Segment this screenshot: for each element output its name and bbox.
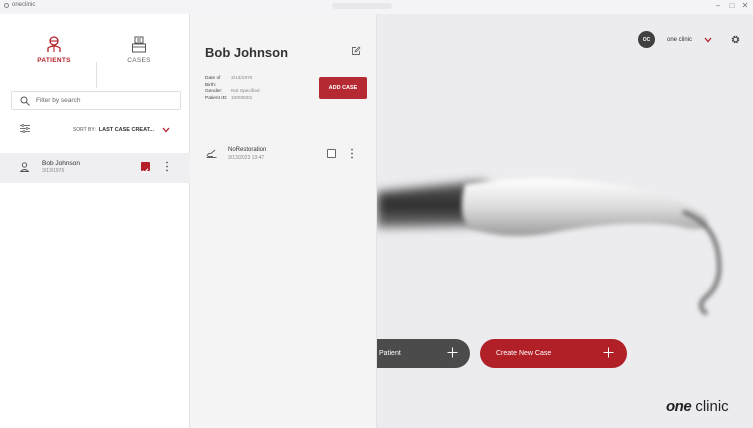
clinic-name[interactable]: one clinic [667, 37, 692, 43]
minimize-button[interactable]: – [712, 1, 724, 10]
edit-icon[interactable] [351, 46, 361, 56]
patient-info: Date of Birth: 3/13/1976 Gender: Not Spe… [205, 76, 260, 102]
chevron-down-icon [162, 127, 170, 133]
cases-icon [132, 36, 146, 53]
home-area: OC one clinic Patient Create New Case on… [377, 14, 753, 428]
info-row-patient-id: Patient ID: 10000001 [205, 96, 260, 103]
sort-prefix: SORT BY: [72, 127, 96, 133]
nav-tabs: PATIENTS CASES [0, 36, 190, 88]
tab-cases-label: CASES [127, 57, 151, 64]
app-logo-icon [4, 2, 9, 8]
check-icon [142, 168, 149, 174]
sort-dropdown[interactable]: SORT BY: LAST CASE CREAT... [73, 127, 170, 133]
search-box [11, 91, 181, 110]
search-icon [20, 96, 30, 106]
case-name: NoRestoration [228, 147, 267, 153]
case-checkbox[interactable] [327, 149, 336, 158]
avatar[interactable]: OC [638, 31, 655, 48]
plus-icon [603, 347, 614, 358]
sort-value: LAST CASE CREAT... [98, 127, 154, 133]
patient-icon [47, 36, 61, 52]
create-new-case-label: Create New Case [496, 350, 552, 357]
new-patient-label: Patient [379, 350, 401, 357]
brand-logo: one clinic [666, 398, 729, 415]
new-patient-button[interactable]: Patient [377, 339, 470, 368]
more-options-icon[interactable] [165, 161, 169, 172]
gear-icon[interactable] [730, 34, 741, 45]
tab-divider [96, 62, 97, 88]
case-row[interactable]: NoRestoration 3/13/2023 13:47 [190, 146, 377, 166]
title-drag-handle[interactable] [332, 3, 392, 9]
case-date: 3/13/2023 13:47 [228, 155, 265, 161]
tab-cases[interactable]: CASES [109, 36, 169, 64]
sort-row: SORT BY: LAST CASE CREAT... [0, 124, 190, 138]
patient-checkbox[interactable] [141, 162, 150, 174]
info-key: Date of Birth: [205, 76, 221, 88]
brand-logo-prefix: one [666, 398, 692, 415]
maximize-button[interactable]: □ [726, 1, 738, 10]
app-title: oneclinic [4, 2, 35, 8]
patient-detail-name: Bob Johnson [205, 45, 289, 60]
more-options-icon[interactable] [350, 148, 354, 159]
plus-icon [447, 347, 458, 358]
patient-row[interactable]: Bob Johnson 3/13/1976 [0, 153, 190, 183]
info-value: 3/13/1976 [231, 76, 253, 81]
app-title-text: oneclinic [12, 2, 36, 8]
title-bar: oneclinic – □ ✕ [0, 0, 753, 14]
info-row-dob: Date of Birth: 3/13/1976 [205, 76, 260, 89]
tab-patients[interactable]: PATIENTS [24, 36, 84, 64]
patient-list-panel: PATIENTS CASES Filter by search SORT BY:… [0, 14, 190, 428]
brand-logo-suffix: clinic [691, 398, 729, 415]
patient-name: Bob Johnson [42, 160, 80, 167]
create-new-case-button[interactable]: Create New Case [480, 339, 627, 368]
add-case-button[interactable]: ADD CASE [319, 77, 367, 99]
patient-detail-panel: Bob Johnson Date of Birth: 3/13/1976 Gen… [190, 14, 377, 428]
info-value: 10000001 [231, 95, 253, 101]
person-icon [20, 162, 29, 172]
patient-dob: 3/13/1976 [42, 168, 65, 174]
search-input[interactable] [36, 97, 166, 104]
close-button[interactable]: ✕ [739, 1, 751, 10]
filter-icon[interactable] [20, 124, 30, 133]
restoration-icon [206, 149, 217, 158]
tab-patients-label: PATIENTS [37, 57, 71, 64]
chevron-down-icon[interactable] [704, 37, 712, 43]
info-key: Patient ID: [205, 95, 228, 101]
